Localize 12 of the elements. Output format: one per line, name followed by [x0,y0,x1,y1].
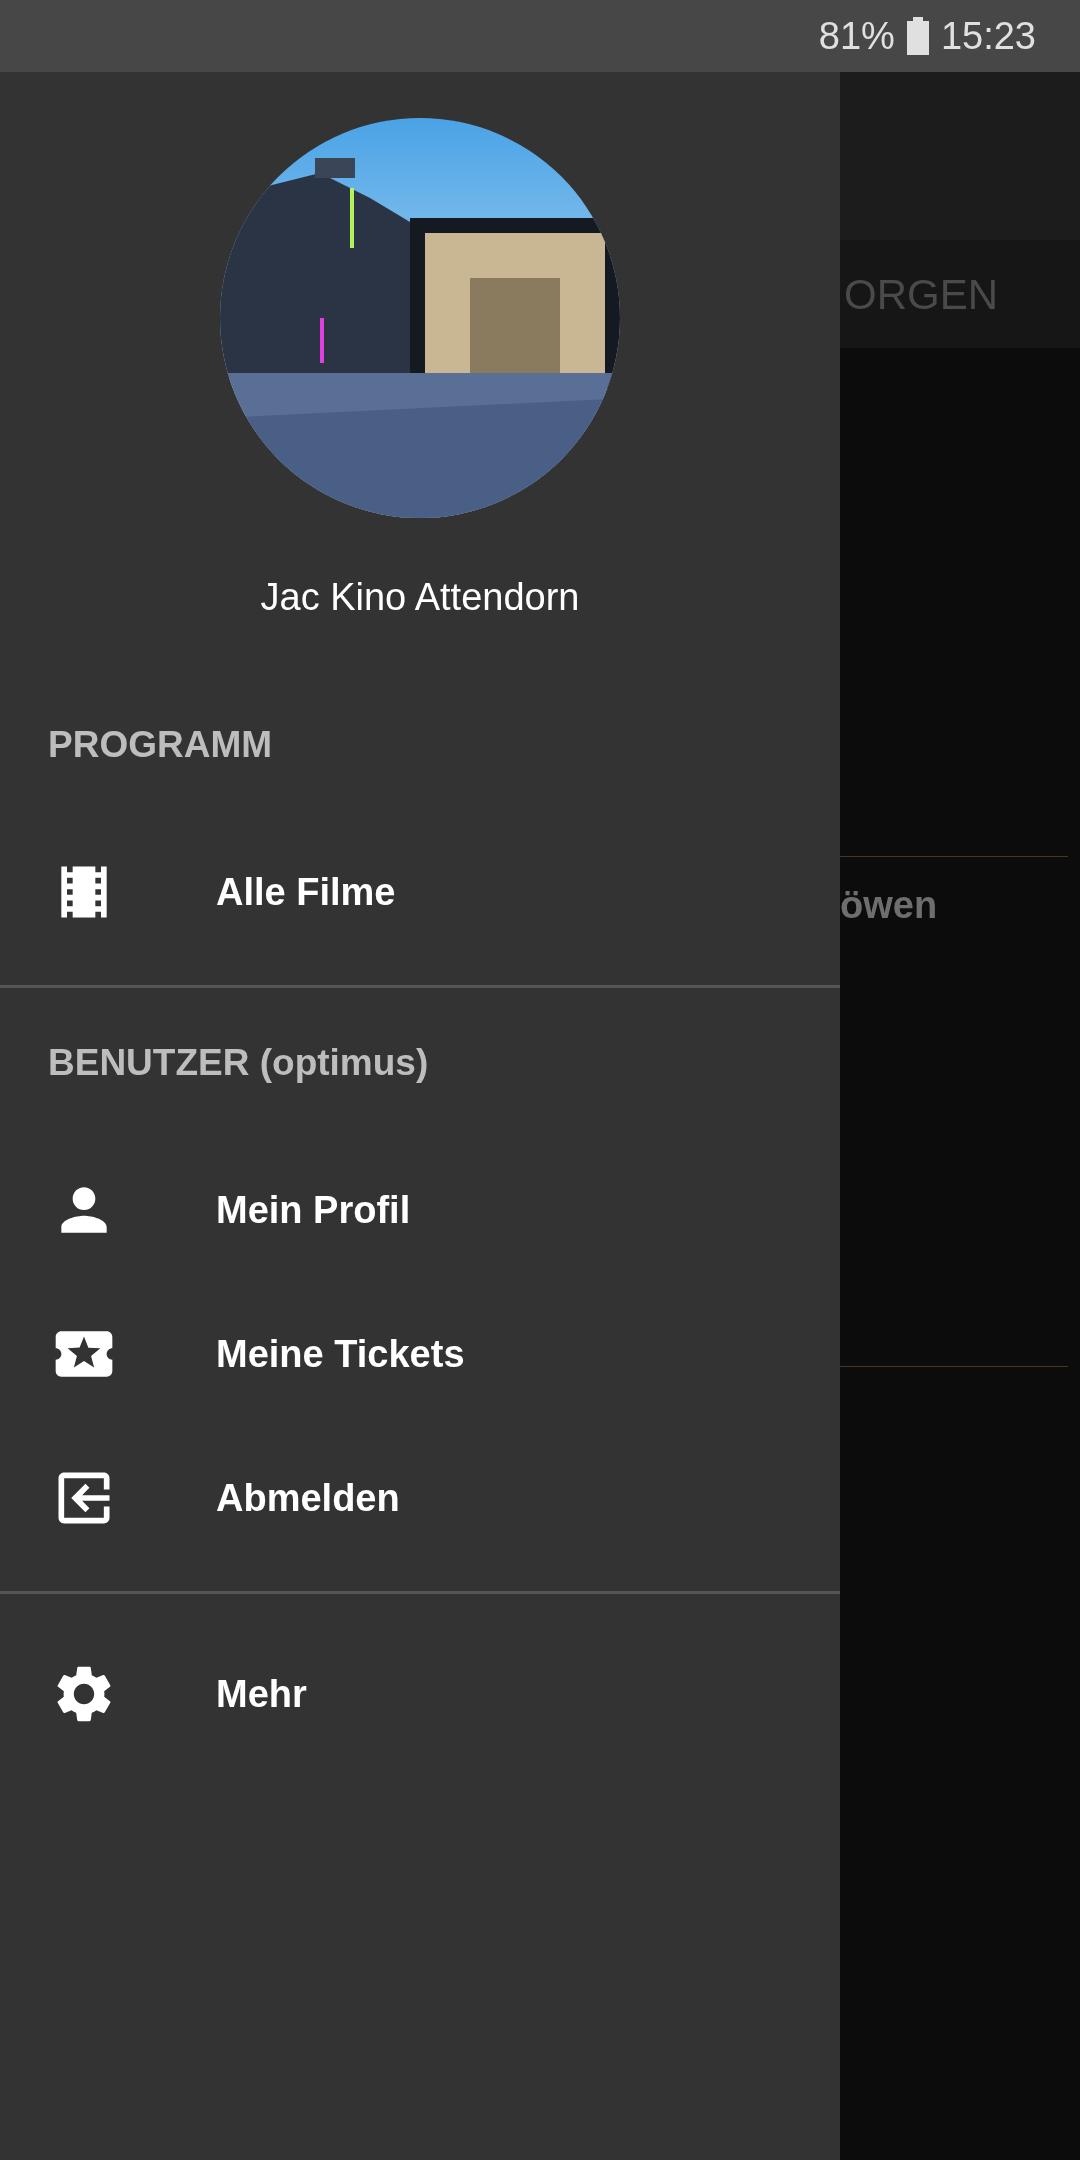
clock: 15:23 [940,13,1036,59]
battery-icon [904,17,931,55]
menu-item[interactable]: Alle Filme [0,820,840,964]
battery-percentage: 81% [818,13,895,59]
menu-item[interactable]: Mein Profil [0,1138,840,1282]
movie-title: öwen [840,884,938,926]
cinema-name: Jac Kino Attendorn [260,575,580,620]
menu-item[interactable]: Mehr [0,1622,840,1766]
menu-item[interactable]: Meine Tickets [0,1282,840,1426]
section-header: BENUTZER (optimus) [48,1041,429,1086]
menu-item[interactable]: Abmelden [0,1426,840,1570]
section-header: PROGRAMM [48,723,273,768]
